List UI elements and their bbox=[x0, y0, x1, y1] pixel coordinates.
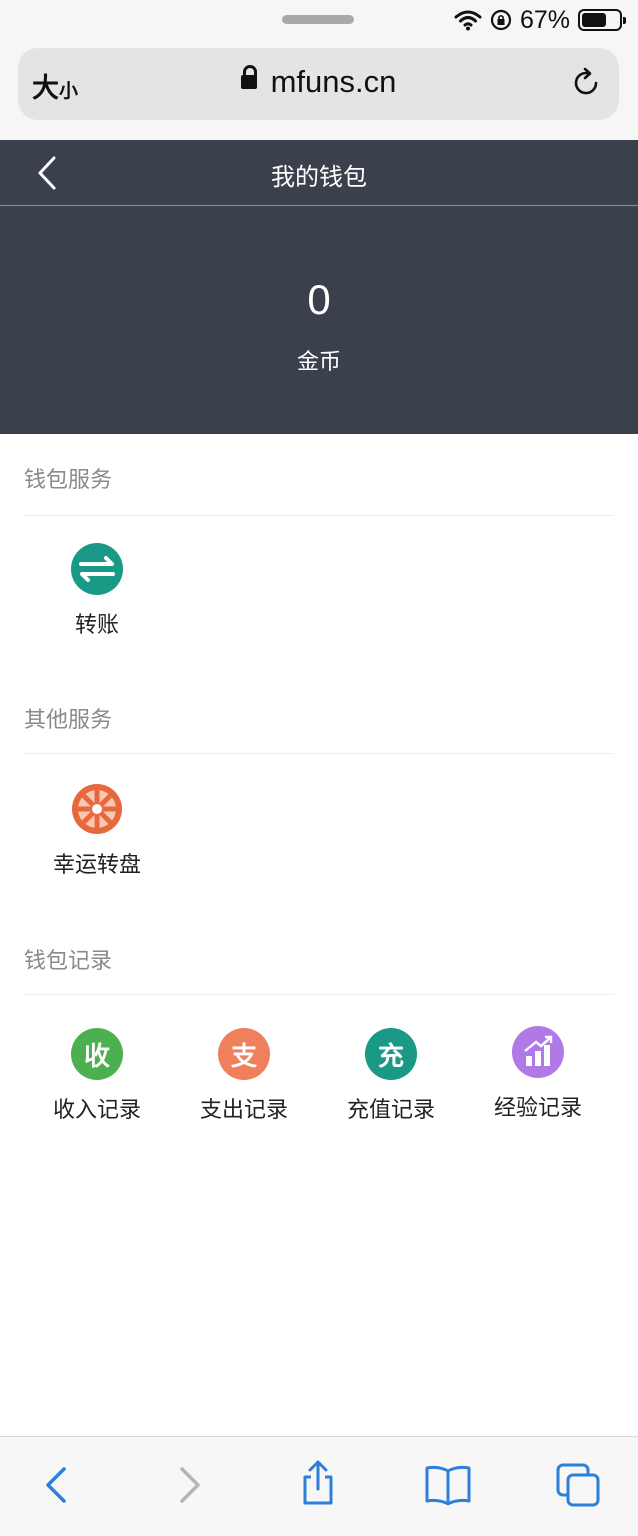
section-title-other-services: 其他服务 bbox=[24, 708, 113, 733]
expense-record-label: 支出记录 bbox=[199, 1098, 288, 1123]
transfer-label: 转账 bbox=[74, 613, 119, 638]
browser-back-icon[interactable] bbox=[32, 1461, 80, 1509]
browser-toolbar bbox=[0, 1436, 638, 1536]
experience-record-tile[interactable]: 经验记录 bbox=[465, 1026, 611, 1122]
bookmarks-icon[interactable] bbox=[424, 1461, 472, 1509]
battery-fill bbox=[582, 13, 607, 27]
url-display[interactable]: mfuns.cn bbox=[18, 64, 619, 100]
wifi-icon bbox=[454, 10, 482, 31]
app-header: 我的钱包 bbox=[0, 140, 638, 206]
recharge-record-label: 充值记录 bbox=[346, 1098, 435, 1123]
lucky-wheel-label: 幸运转盘 bbox=[52, 853, 141, 878]
lock-icon bbox=[240, 64, 257, 89]
reload-icon[interactable] bbox=[569, 66, 603, 100]
income-icon: 收 bbox=[71, 1028, 123, 1080]
status-icons: 67% bbox=[454, 5, 626, 35]
recharge-record-tile[interactable]: 充 充值记录 bbox=[318, 1028, 464, 1124]
wheel-icon bbox=[71, 783, 123, 835]
address-bar[interactable]: 大小 mfuns.cn bbox=[18, 48, 619, 120]
balance-value: 0 bbox=[307, 276, 331, 323]
browser-forward-icon[interactable] bbox=[166, 1461, 214, 1509]
expense-record-tile[interactable]: 支 支出记录 bbox=[171, 1028, 317, 1124]
browser-address-area: 大小 mfuns.cn bbox=[0, 42, 638, 140]
expense-icon: 支 bbox=[218, 1028, 270, 1080]
lucky-wheel-tile[interactable]: 幸运转盘 bbox=[24, 783, 170, 879]
page-title: 我的钱包 bbox=[271, 163, 367, 191]
experience-record-label: 经验记录 bbox=[493, 1096, 582, 1121]
share-icon[interactable] bbox=[294, 1459, 342, 1507]
transfer-icon bbox=[71, 543, 123, 595]
divider bbox=[24, 994, 614, 995]
status-bar: 67% bbox=[0, 0, 638, 42]
chart-icon bbox=[512, 1026, 564, 1078]
section-title-wallet-services: 钱包服务 bbox=[24, 468, 113, 493]
battery-icon bbox=[578, 9, 626, 31]
balance-panel: 0 金币 bbox=[0, 206, 638, 434]
divider bbox=[24, 753, 614, 754]
section-title-wallet-records: 钱包记录 bbox=[24, 949, 113, 974]
divider bbox=[24, 515, 614, 516]
battery-percent: 67% bbox=[519, 5, 570, 34]
url-text: mfuns.cn bbox=[270, 64, 397, 99]
income-record-label: 收入记录 bbox=[52, 1098, 141, 1123]
balance-unit: 金币 bbox=[296, 350, 341, 375]
home-indicator bbox=[282, 15, 354, 24]
transfer-tile[interactable]: 转账 bbox=[24, 543, 170, 639]
tabs-icon[interactable] bbox=[554, 1461, 602, 1509]
recharge-icon: 充 bbox=[365, 1028, 417, 1080]
orientation-lock-icon bbox=[490, 9, 512, 31]
income-record-tile[interactable]: 收 收入记录 bbox=[24, 1028, 170, 1124]
